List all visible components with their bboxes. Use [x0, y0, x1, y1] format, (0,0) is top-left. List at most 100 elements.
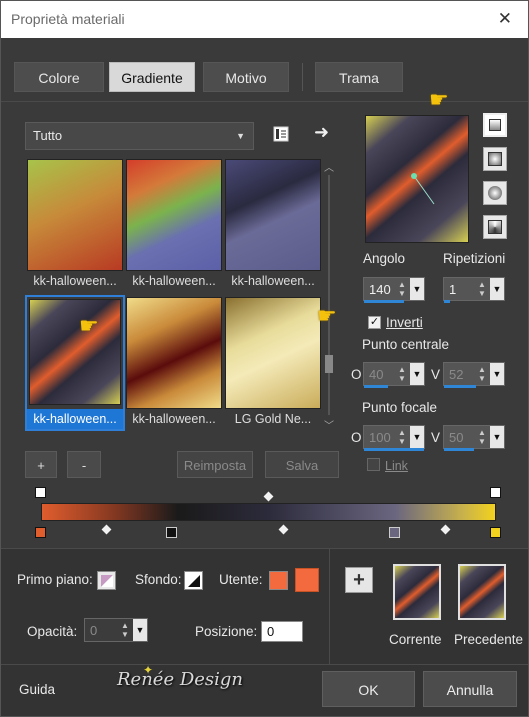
background-swatch[interactable]	[184, 571, 203, 590]
transparency-stop-left[interactable]	[35, 487, 46, 498]
user-color-swatch[interactable]	[269, 571, 288, 590]
previous-label: Precedente	[454, 632, 524, 647]
scroll-track	[328, 175, 330, 415]
repeats-spinner[interactable]: 1 ▲ ▼ ▼	[443, 277, 505, 303]
tab-gradient[interactable]: Gradiente	[109, 62, 195, 92]
save-button[interactable]: Salva	[265, 451, 339, 478]
spin-arrows-icon[interactable]: ▲ ▼	[476, 428, 488, 446]
gradient-thumb-3[interactable]: kk-halloween...	[225, 159, 321, 297]
color-stop-yellow[interactable]	[490, 527, 501, 538]
current-preview[interactable]	[393, 564, 441, 620]
add-to-swatches-button[interactable]: +	[345, 567, 373, 593]
current-label: Corrente	[389, 632, 442, 647]
center-o-spinner[interactable]: 40 ▲ ▼ ▼	[363, 362, 425, 388]
user-label: Utente:	[219, 572, 263, 587]
scroll-up-icon[interactable]: ︿	[324, 159, 334, 174]
opacity-spinner[interactable]: 0 ▲ ▼ ▼	[84, 618, 148, 642]
window-title: Proprietà materiali	[11, 11, 125, 27]
tab-texture[interactable]: Trama	[315, 62, 403, 92]
focal-v-value: 50	[449, 430, 464, 445]
invert-checkbox[interactable]: ✓	[368, 316, 381, 329]
cancel-button[interactable]: Annulla	[423, 671, 517, 707]
tab-color[interactable]: Colore	[14, 62, 104, 92]
linear-style-button[interactable]	[483, 113, 507, 137]
spin-arrows-icon[interactable]: ▲ ▼	[396, 428, 408, 446]
category-dropdown[interactable]: Tutto ▼	[25, 122, 254, 150]
chevron-down-icon: ▼	[236, 131, 245, 141]
gradient-thumb-6[interactable]: LG Gold Ne...	[225, 297, 321, 435]
pointing-hand-icon: ☛	[79, 313, 99, 338]
gradient-thumb-4[interactable]: kk-halloween...	[25, 295, 125, 431]
reset-button[interactable]: Reimposta	[177, 451, 253, 478]
foreground-label: Primo piano:	[17, 572, 93, 587]
spin-arrows-icon[interactable]: ▲ ▼	[119, 621, 131, 639]
library-icon[interactable]	[271, 124, 291, 144]
spin-arrows-icon[interactable]: ▲ ▼	[476, 280, 488, 298]
sunburst-style-button[interactable]	[483, 181, 507, 205]
gradient-thumb-2[interactable]: kk-halloween...	[126, 159, 222, 297]
ok-button[interactable]: OK	[322, 671, 415, 707]
center-v-level-bar	[444, 385, 476, 388]
color-stop-gray[interactable]	[389, 527, 400, 538]
gradient-thumb-label: kk-halloween...	[231, 274, 315, 288]
repeats-level-bar	[444, 300, 450, 303]
sunburst-gradient-icon	[488, 186, 502, 200]
tab-pattern[interactable]: Motivo	[203, 62, 289, 92]
panel-divider	[329, 548, 330, 664]
radial-style-button[interactable]	[483, 215, 507, 239]
transparency-stop-right[interactable]	[490, 487, 501, 498]
chevron-down-icon[interactable]: ▼	[410, 278, 424, 300]
spin-arrows-icon[interactable]: ▲ ▼	[396, 365, 408, 383]
opacity-value: 0	[90, 623, 98, 638]
remove-gradient-button[interactable]: -	[67, 451, 101, 478]
opacity-label: Opacità:	[27, 624, 78, 639]
link-checkbox[interactable]	[367, 458, 380, 471]
help-link[interactable]: Guida	[19, 682, 55, 697]
thumbnail-scrollbar[interactable]: ︿ ﹀	[322, 159, 336, 432]
angle-label: Angolo	[363, 251, 406, 266]
arrow-right-icon[interactable]: ➜	[314, 122, 329, 143]
previous-preview[interactable]	[458, 564, 506, 620]
stop-properties-panel	[1, 548, 528, 664]
focal-o-level-bar	[364, 448, 424, 451]
spin-arrows-icon[interactable]: ▲ ▼	[476, 365, 488, 383]
chevron-down-icon[interactable]: ▼	[490, 363, 504, 385]
gradient-thumb-5[interactable]: kk-halloween...	[126, 297, 222, 435]
color-stop-orange[interactable]	[35, 527, 46, 538]
add-gradient-button[interactable]: +	[25, 451, 57, 478]
category-selected: Tutto	[33, 128, 63, 143]
focal-v-spinner[interactable]: 50 ▲ ▼ ▼	[443, 425, 505, 451]
foreground-swatch[interactable]	[97, 571, 116, 590]
angle-value: 140	[369, 282, 391, 297]
gradient-thumb-label: kk-halloween...	[132, 412, 216, 426]
close-icon[interactable]: ✕	[498, 9, 512, 29]
scroll-thumb[interactable]	[325, 355, 333, 373]
chevron-down-icon[interactable]: ▼	[490, 278, 504, 300]
angle-spinner[interactable]: 140 ▲ ▼ ▼	[363, 277, 425, 303]
focal-o-spinner[interactable]: 100 ▲ ▼ ▼	[363, 425, 425, 451]
butterfly-icon: ✦	[143, 663, 154, 677]
gradient-swatch	[29, 299, 121, 405]
rectangular-style-button[interactable]	[483, 147, 507, 171]
spin-arrows-icon[interactable]: ▲ ▼	[396, 280, 408, 298]
chevron-down-icon[interactable]: ▼	[133, 619, 147, 641]
focal-v-level-bar	[444, 448, 474, 451]
gradient-preview[interactable]	[365, 115, 469, 243]
repeats-label: Ripetizioni	[443, 251, 506, 266]
center-v-spinner[interactable]: 52 ▲ ▼ ▼	[443, 362, 505, 388]
gradient-editor-bar[interactable]	[41, 503, 496, 521]
tab-divider	[302, 63, 303, 91]
focal-o-value: 100	[369, 430, 391, 445]
gradient-thumb-1[interactable]: kk-halloween...	[27, 159, 123, 297]
chevron-down-icon[interactable]: ▼	[410, 426, 424, 448]
center-point-label: Punto centrale	[362, 337, 450, 352]
invert-label: Inverti	[386, 315, 423, 330]
pointing-hand-icon: ☛	[429, 87, 449, 112]
scroll-down-icon[interactable]: ﹀	[324, 417, 334, 432]
chevron-down-icon[interactable]: ▼	[410, 363, 424, 385]
user-color-picker[interactable]	[295, 568, 319, 592]
chevron-down-icon[interactable]: ▼	[490, 426, 504, 448]
color-stop-black[interactable]	[166, 527, 177, 538]
gradient-swatch	[27, 159, 123, 271]
position-input[interactable]: 0	[261, 621, 303, 642]
